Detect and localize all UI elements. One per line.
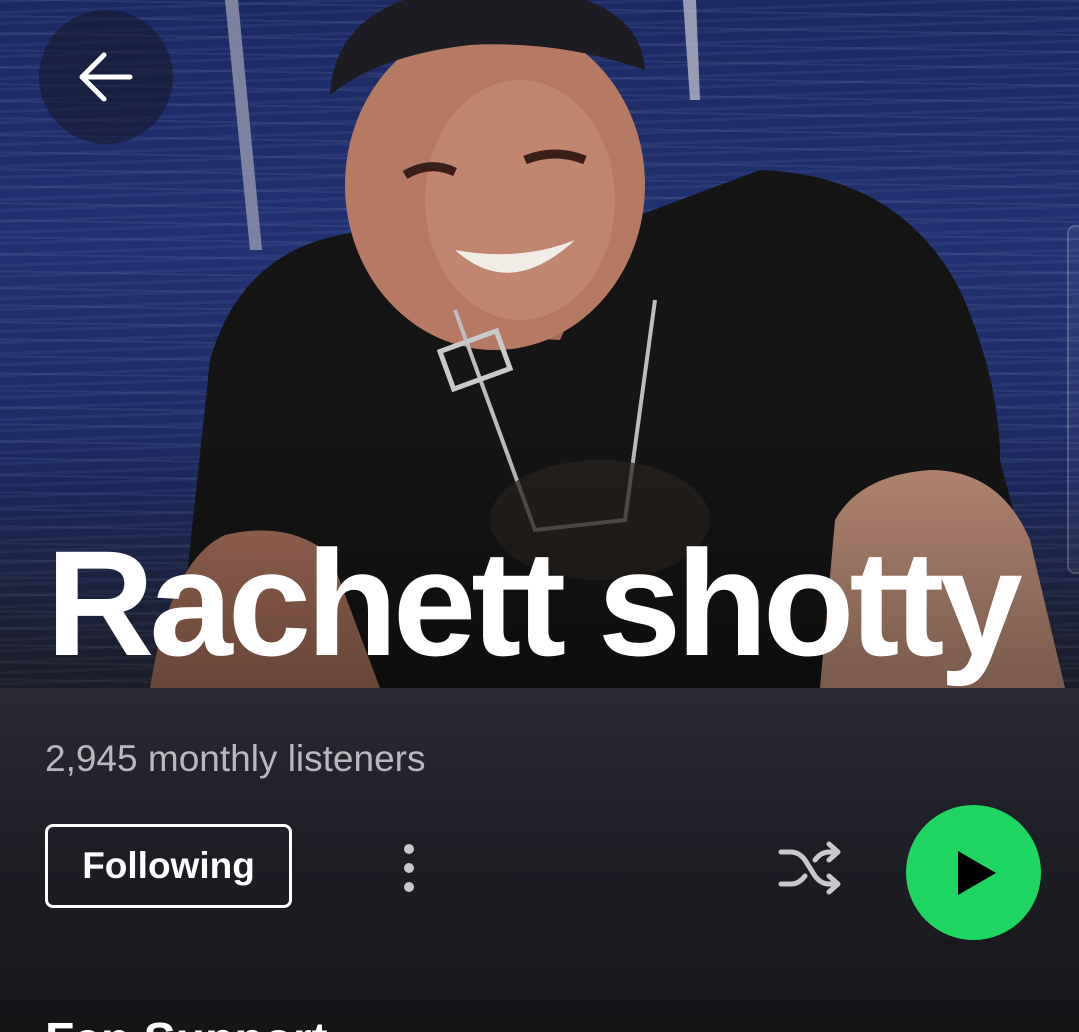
back-button[interactable]: [39, 10, 173, 144]
artist-hero-image: Rachett shotty: [0, 0, 1079, 688]
play-icon: [957, 850, 996, 895]
more-dot: [404, 863, 414, 873]
artist-actions-panel: 2,945 monthly listeners Following: [0, 688, 1079, 1032]
monthly-listeners: 2,945 monthly listeners: [45, 738, 426, 779]
more-options-button[interactable]: [380, 828, 438, 908]
more-dot: [404, 882, 414, 892]
artist-page: Rachett shotty 2,945 monthly listeners F…: [0, 0, 1079, 1032]
shuffle-icon: [778, 841, 841, 895]
more-vertical-icon: [404, 844, 414, 854]
following-button[interactable]: Following: [45, 824, 292, 908]
section-heading: Fan Support: [45, 1013, 328, 1032]
artist-name: Rachett shotty: [46, 519, 1023, 687]
arrow-left-icon: [79, 52, 133, 102]
play-button[interactable]: [906, 805, 1041, 940]
scrollbar[interactable]: [1067, 225, 1079, 574]
shuffle-button[interactable]: [770, 828, 850, 908]
